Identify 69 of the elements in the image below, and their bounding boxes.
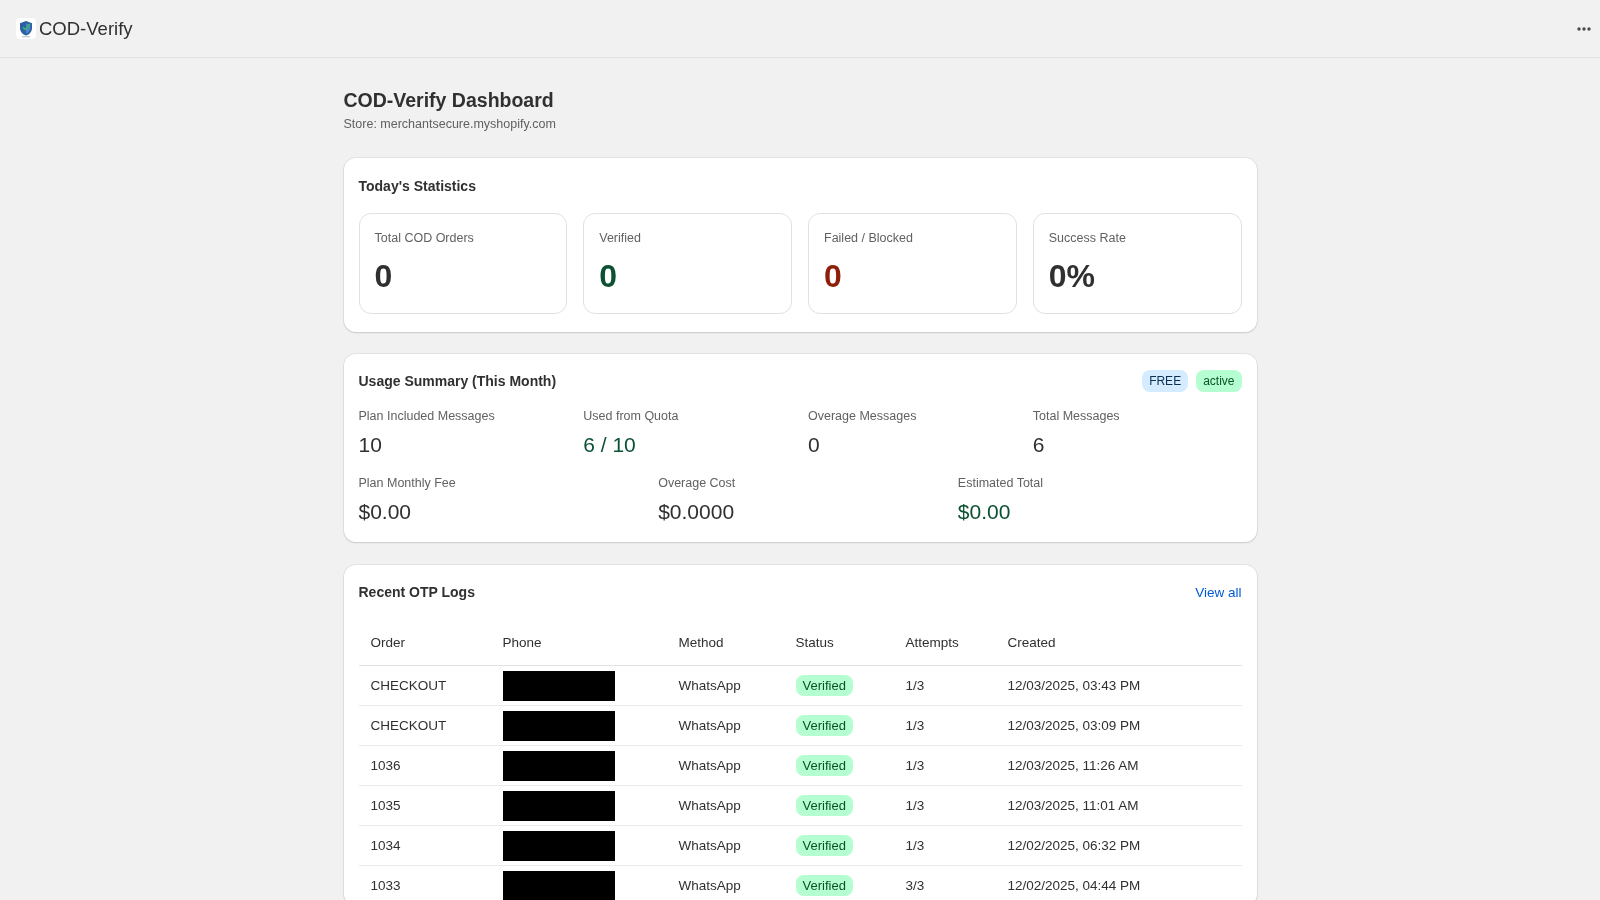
section-title: Usage Summary (This Month) bbox=[358, 372, 557, 391]
table-cell: WhatsApp bbox=[666, 825, 784, 866]
table-cell: 1/3 bbox=[893, 745, 996, 786]
table-cell: CHECKOUT bbox=[358, 705, 491, 746]
table-cell: 1/3 bbox=[893, 665, 996, 706]
status-badge: Verified bbox=[795, 875, 853, 896]
app-title: COD-Verify bbox=[39, 16, 133, 41]
section-title: Recent OTP Logs bbox=[358, 583, 475, 602]
column-header: Order bbox=[358, 620, 491, 666]
view-all-link[interactable]: View all bbox=[1195, 584, 1242, 600]
table-cell: 12/02/2025, 04:44 PM bbox=[995, 865, 1242, 900]
table-cell: 12/03/2025, 03:09 PM bbox=[995, 705, 1242, 746]
table-cell: 1/3 bbox=[893, 825, 996, 866]
column-header: Created bbox=[995, 620, 1242, 666]
more-icon bbox=[1577, 26, 1591, 31]
table-cell: 1034 bbox=[358, 825, 491, 866]
metric-label: Overage Cost bbox=[658, 475, 737, 492]
metric-value: 10 bbox=[358, 432, 383, 458]
stat-value: 0 bbox=[824, 257, 843, 296]
stat-label: Success Rate bbox=[1048, 230, 1127, 247]
shield-icon bbox=[16, 18, 36, 39]
stat-value: 0% bbox=[1048, 257, 1096, 296]
status-badge: Verified bbox=[795, 675, 853, 696]
metric-value: 0 bbox=[808, 432, 821, 458]
table-cell: 1036 bbox=[358, 745, 491, 786]
stat-value: 0 bbox=[599, 257, 619, 296]
metric-value: 6 / 10 bbox=[583, 432, 637, 458]
plan-badge: active bbox=[1196, 370, 1242, 392]
stat-label: Total COD Orders bbox=[374, 230, 475, 247]
stat-value: 0 bbox=[374, 257, 394, 296]
metric-label: Total Messages bbox=[1032, 408, 1121, 425]
table-cell: 12/02/2025, 06:32 PM bbox=[995, 825, 1242, 866]
metric-label: Plan Included Messages bbox=[358, 408, 496, 425]
table-cell: 1035 bbox=[358, 785, 491, 826]
status-badge: Verified bbox=[795, 715, 853, 736]
metric-label: Overage Messages bbox=[808, 408, 918, 425]
metric-label: Used from Quota bbox=[583, 408, 680, 425]
table-cell: 1033 bbox=[358, 865, 491, 900]
metric-value: $0.0000 bbox=[658, 499, 736, 525]
column-header: Method bbox=[666, 620, 784, 666]
column-header: Status bbox=[783, 620, 894, 666]
status-badge: Verified bbox=[795, 835, 853, 856]
metric-label: Estimated Total bbox=[957, 475, 1045, 492]
metric-value: $0.00 bbox=[358, 499, 413, 525]
table-cell: 12/03/2025, 11:01 AM bbox=[995, 785, 1242, 826]
metric-label: Plan Monthly Fee bbox=[358, 475, 457, 492]
section-title: Today's Statistics bbox=[358, 177, 476, 196]
table-cell: 12/03/2025, 11:26 AM bbox=[995, 745, 1242, 786]
table-cell: WhatsApp bbox=[666, 865, 784, 900]
status-badge: Verified bbox=[795, 795, 853, 816]
table-cell: 1/3 bbox=[893, 705, 996, 746]
table-cell: WhatsApp bbox=[666, 705, 784, 746]
table-cell: WhatsApp bbox=[666, 785, 784, 826]
table-cell: WhatsApp bbox=[666, 665, 784, 706]
stat-label: Verified bbox=[599, 230, 642, 247]
table-cell: CHECKOUT bbox=[358, 665, 491, 706]
metric-value: 6 bbox=[1032, 432, 1046, 458]
store-subtitle: Store: merchantsecure.myshopify.com bbox=[343, 116, 557, 133]
table-cell: 1/3 bbox=[893, 785, 996, 826]
table-cell: 12/03/2025, 03:43 PM bbox=[995, 665, 1242, 706]
metric-value: $0.00 bbox=[957, 499, 1012, 525]
stat-label: Failed / Blocked bbox=[824, 230, 914, 247]
page-title: COD-Verify Dashboard bbox=[343, 88, 555, 113]
table-cell: WhatsApp bbox=[666, 745, 784, 786]
column-header: Attempts bbox=[893, 620, 996, 666]
table-cell: 3/3 bbox=[893, 865, 996, 900]
plan-badge: FREE bbox=[1142, 370, 1189, 392]
column-header: Phone bbox=[490, 620, 667, 666]
status-badge: Verified bbox=[795, 755, 853, 776]
